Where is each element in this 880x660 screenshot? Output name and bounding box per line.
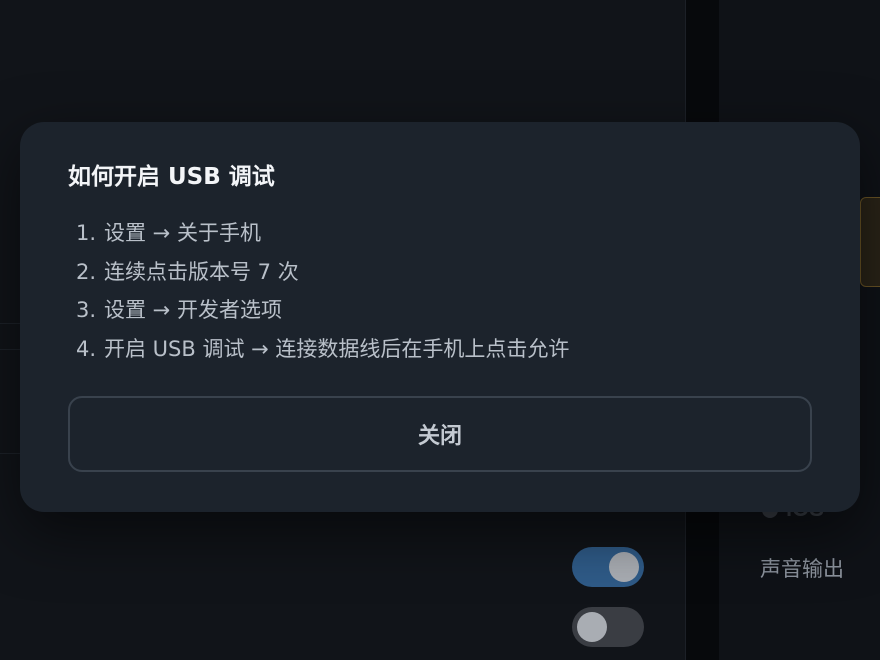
list-item: 1. 设置 → 关于手机 xyxy=(76,214,812,253)
step-text: 设置 → 开发者选项 xyxy=(104,298,282,322)
steps-list: 1. 设置 → 关于手机 2. 连续点击版本号 7 次 3. 设置 → 开发者选… xyxy=(68,214,812,368)
list-item: 4. 开启 USB 调试 → 连接数据线后在手机上点击允许 xyxy=(76,330,812,369)
toggle-switch-on[interactable] xyxy=(572,547,644,587)
step-text: 设置 → 关于手机 xyxy=(104,221,261,245)
toggle-knob xyxy=(609,552,639,582)
usb-debug-help-dialog: 如何开启 USB 调试 1. 设置 → 关于手机 2. 连续点击版本号 7 次 … xyxy=(20,122,860,512)
list-item: 3. 设置 → 开发者选项 xyxy=(76,291,812,330)
selected-device-card[interactable] xyxy=(860,197,880,287)
app-window: iOS 声音输出 如何开启 USB 调试 1. 设置 → 关于手机 2. 连续点… xyxy=(0,0,880,660)
step-number: 4. xyxy=(76,336,97,361)
close-button[interactable]: 关闭 xyxy=(68,396,812,472)
list-item: 2. 连续点击版本号 7 次 xyxy=(76,253,812,292)
toggle-knob xyxy=(577,612,607,642)
audio-output-label: 声音输出 xyxy=(760,557,844,581)
step-text: 连续点击版本号 7 次 xyxy=(104,259,299,284)
step-number: 3. xyxy=(76,298,97,322)
dialog-title: 如何开启 USB 调试 xyxy=(68,164,275,190)
step-number: 2. xyxy=(76,259,97,284)
step-number: 1. xyxy=(76,221,97,245)
step-text: 开启 USB 调试 → 连接数据线后在手机上点击允许 xyxy=(104,336,570,361)
toggle-switch-off[interactable] xyxy=(572,607,644,647)
